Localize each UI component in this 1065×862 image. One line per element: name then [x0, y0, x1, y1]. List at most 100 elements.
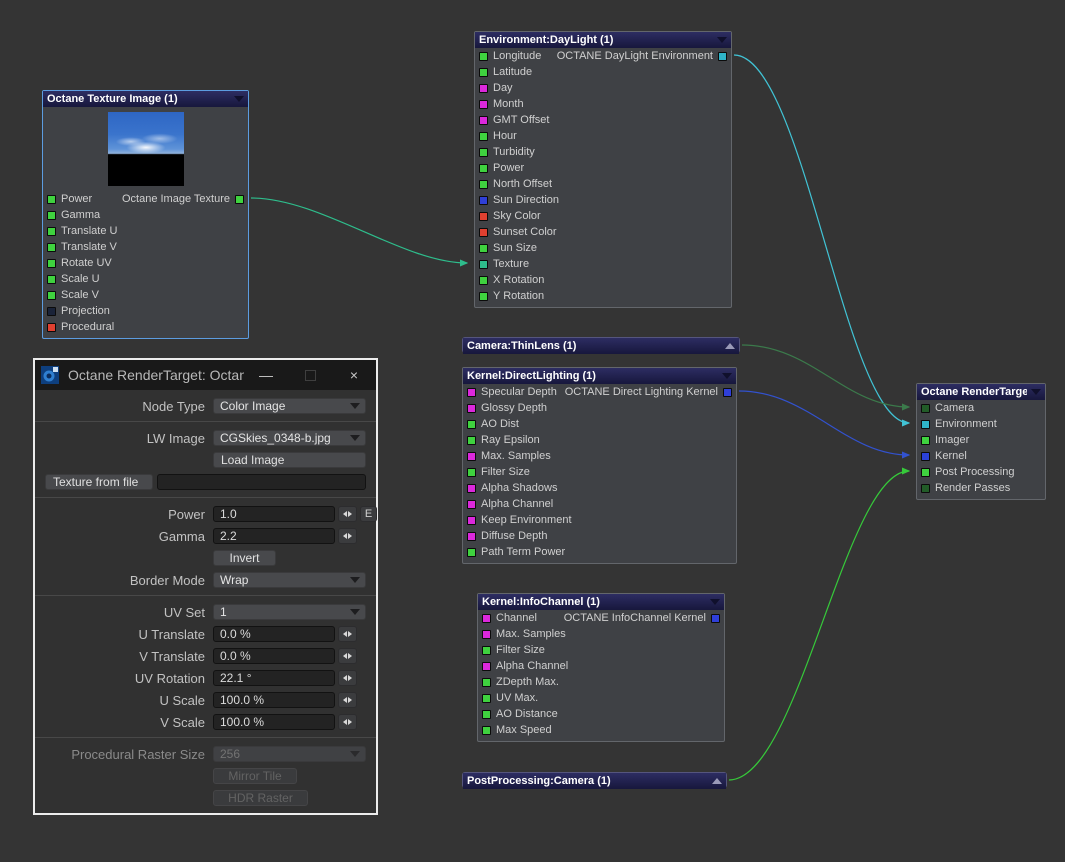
input-port[interactable]: [479, 83, 488, 93]
input-port[interactable]: [467, 387, 476, 397]
input-port[interactable]: [467, 435, 476, 445]
collapse-down-icon[interactable]: [1031, 389, 1041, 395]
collapse-up-icon[interactable]: [725, 343, 735, 349]
node-title-bar[interactable]: PostProcessing:Camera (1): [463, 773, 726, 789]
output-port[interactable]: [235, 194, 244, 204]
input-port[interactable]: [467, 531, 476, 541]
input-port[interactable]: [482, 645, 491, 655]
collapse-down-icon[interactable]: [717, 37, 727, 43]
u-scale-input[interactable]: 100.0 %: [213, 692, 335, 708]
input-port[interactable]: [479, 275, 488, 285]
node-title-bar[interactable]: Camera:ThinLens (1): [463, 338, 739, 354]
output-port[interactable]: [723, 387, 732, 397]
node-infochannel[interactable]: Kernel:InfoChannel (1) Channel Max. Sample…: [477, 593, 725, 742]
input-port[interactable]: [467, 499, 476, 509]
power-envelope-button[interactable]: E: [360, 506, 377, 522]
input-port[interactable]: [467, 419, 476, 429]
u-scale-stepper[interactable]: [338, 692, 357, 708]
node-postprocessing[interactable]: PostProcessing:Camera (1): [462, 772, 727, 789]
u-translate-input[interactable]: 0.0 %: [213, 626, 335, 642]
input-port[interactable]: [482, 613, 491, 623]
connection-wire-texture-image-to-daylight[interactable]: [250, 197, 469, 267]
input-port[interactable]: [467, 403, 476, 413]
v-scale-input[interactable]: 100.0 %: [213, 714, 335, 730]
dialog-title-bar[interactable]: Octane RenderTarget: Octane T... — ×: [35, 360, 376, 390]
input-port[interactable]: [467, 451, 476, 461]
load-image-button[interactable]: Load Image: [213, 452, 366, 468]
border-mode-dropdown[interactable]: Wrap: [213, 572, 366, 588]
input-port[interactable]: [479, 131, 488, 141]
close-button[interactable]: ×: [332, 360, 376, 390]
input-port[interactable]: [479, 243, 488, 253]
gamma-input[interactable]: 2.2: [213, 528, 335, 544]
input-port[interactable]: [467, 467, 476, 477]
input-port[interactable]: [479, 67, 488, 77]
input-port[interactable]: [479, 211, 488, 221]
input-port[interactable]: [482, 661, 491, 671]
input-port[interactable]: [47, 226, 56, 236]
input-port[interactable]: [479, 179, 488, 189]
input-port[interactable]: [921, 451, 930, 461]
input-port[interactable]: [47, 258, 56, 268]
input-port[interactable]: [921, 435, 930, 445]
collapse-up-icon[interactable]: [712, 778, 722, 784]
u-translate-stepper[interactable]: [338, 626, 357, 642]
uv-set-dropdown[interactable]: 1: [213, 604, 366, 620]
input-port[interactable]: [479, 195, 488, 205]
input-port[interactable]: [921, 483, 930, 493]
input-port[interactable]: [47, 194, 56, 204]
texture-file-field[interactable]: [157, 474, 366, 490]
v-scale-stepper[interactable]: [338, 714, 357, 730]
input-port[interactable]: [479, 291, 488, 301]
input-port[interactable]: [482, 725, 491, 735]
invert-button[interactable]: Invert: [213, 550, 276, 566]
v-translate-stepper[interactable]: [338, 648, 357, 664]
input-port[interactable]: [467, 483, 476, 493]
input-port[interactable]: [479, 51, 488, 61]
input-port[interactable]: [482, 677, 491, 687]
input-port[interactable]: [47, 210, 56, 220]
node-thinlens[interactable]: Camera:ThinLens (1): [462, 337, 740, 354]
power-stepper[interactable]: [338, 506, 357, 522]
input-port[interactable]: [47, 274, 56, 284]
input-port[interactable]: [47, 242, 56, 252]
input-port[interactable]: [479, 259, 488, 269]
node-texture-image[interactable]: Octane Texture Image (1) Power Gamma Transl…: [42, 90, 249, 339]
node-rendertarget[interactable]: Octane RenderTarget Camera Environment Imag…: [916, 383, 1046, 500]
uv-rotation-stepper[interactable]: [338, 670, 357, 686]
gamma-stepper[interactable]: [338, 528, 357, 544]
lw-image-dropdown[interactable]: CGSkies_0348-b.jpg: [213, 430, 366, 446]
node-title-bar[interactable]: Kernel:DirectLighting (1): [463, 368, 736, 384]
input-port[interactable]: [921, 403, 930, 413]
input-port[interactable]: [479, 163, 488, 173]
input-port[interactable]: [921, 467, 930, 477]
node-title-bar[interactable]: Octane Texture Image (1): [43, 91, 248, 107]
input-port[interactable]: [482, 709, 491, 719]
minimize-button[interactable]: —: [244, 360, 288, 390]
input-port[interactable]: [467, 547, 476, 557]
input-port[interactable]: [479, 99, 488, 109]
node-title-bar[interactable]: Kernel:InfoChannel (1): [478, 594, 724, 610]
input-port[interactable]: [921, 419, 930, 429]
input-port[interactable]: [467, 515, 476, 525]
connection-wire-daylight-to-rendertarget[interactable]: [733, 54, 911, 427]
input-port[interactable]: [482, 629, 491, 639]
input-port[interactable]: [479, 227, 488, 237]
input-port[interactable]: [479, 115, 488, 125]
connection-wire-thinlens-to-rendertarget[interactable]: [741, 344, 911, 411]
texture-from-file-button[interactable]: Texture from file: [45, 474, 153, 490]
input-port[interactable]: [47, 306, 56, 316]
collapse-down-icon[interactable]: [234, 96, 244, 102]
collapse-down-icon[interactable]: [722, 373, 732, 379]
output-port[interactable]: [718, 51, 727, 61]
power-input[interactable]: 1.0: [213, 506, 335, 522]
node-title-bar[interactable]: Octane RenderTarget: [917, 384, 1045, 400]
node-type-dropdown[interactable]: Color Image: [213, 398, 366, 414]
output-port[interactable]: [711, 613, 720, 623]
input-port[interactable]: [482, 693, 491, 703]
uv-rotation-input[interactable]: 22.1 °: [213, 670, 335, 686]
input-port[interactable]: [479, 147, 488, 157]
v-translate-input[interactable]: 0.0 %: [213, 648, 335, 664]
node-directlighting[interactable]: Kernel:DirectLighting (1) Specular Depth G…: [462, 367, 737, 564]
connection-wire-postprocessing-to-rendertarget[interactable]: [728, 467, 911, 781]
